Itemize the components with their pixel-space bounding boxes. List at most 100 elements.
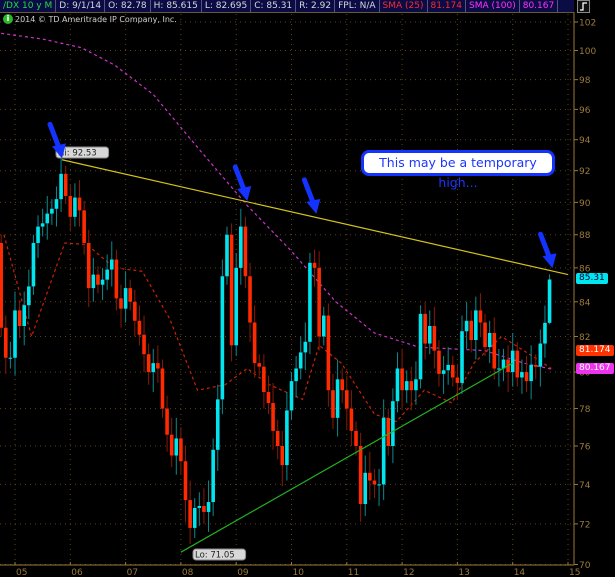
candle-body bbox=[368, 472, 372, 481]
candle bbox=[317, 251, 321, 351]
candle-body bbox=[27, 286, 31, 306]
candle bbox=[215, 384, 220, 471]
candle-body bbox=[137, 320, 142, 335]
candle-body bbox=[298, 352, 303, 369]
candle-body bbox=[105, 269, 109, 280]
candle-body bbox=[404, 381, 409, 391]
y-tick-label: 94 bbox=[579, 136, 591, 146]
candle-body bbox=[317, 267, 321, 337]
price-badge: 80.167 bbox=[576, 363, 614, 375]
candle-body bbox=[335, 379, 340, 418]
y-tick-label: 98 bbox=[579, 76, 591, 86]
candle bbox=[211, 438, 215, 516]
y-tick-label: 100 bbox=[579, 47, 596, 57]
candle bbox=[492, 317, 497, 380]
blue-arrow-icon bbox=[232, 164, 252, 201]
candle bbox=[128, 279, 133, 311]
candle bbox=[506, 345, 510, 393]
candle bbox=[239, 208, 243, 285]
candle bbox=[308, 252, 312, 355]
candle-body bbox=[377, 484, 381, 486]
candle bbox=[414, 361, 418, 405]
candle bbox=[119, 284, 123, 328]
candle-body bbox=[492, 332, 497, 369]
candle bbox=[510, 332, 515, 387]
candle bbox=[538, 329, 543, 387]
blue-arrow-icon bbox=[301, 177, 321, 214]
candle bbox=[368, 451, 372, 501]
candle-body bbox=[450, 364, 455, 378]
candle-body bbox=[179, 438, 183, 462]
x-tick-label: 13 bbox=[458, 568, 469, 577]
candle-body bbox=[303, 341, 308, 353]
candle bbox=[386, 408, 391, 456]
arrow-head bbox=[306, 198, 321, 214]
candle bbox=[275, 419, 280, 460]
candle-body bbox=[156, 363, 160, 369]
y-tick-label: 76 bbox=[579, 442, 591, 452]
candle bbox=[404, 370, 409, 404]
candle bbox=[68, 184, 73, 232]
candle-body bbox=[63, 173, 68, 196]
candle bbox=[298, 336, 303, 380]
candle-body bbox=[533, 364, 538, 367]
fpl-value: FPL: N/A bbox=[335, 0, 380, 12]
candle bbox=[423, 301, 427, 360]
candle-body bbox=[543, 322, 547, 344]
candle-body bbox=[386, 417, 391, 446]
y-tick-label: 96 bbox=[579, 106, 591, 116]
candle-body bbox=[345, 390, 349, 409]
candle bbox=[40, 208, 45, 237]
candle-body bbox=[446, 364, 450, 371]
candle bbox=[179, 427, 183, 475]
candle bbox=[372, 468, 377, 499]
y-tick-label: 90 bbox=[579, 199, 591, 209]
high-value: H: 85.615 bbox=[151, 0, 202, 12]
candle-body bbox=[391, 401, 395, 446]
candle-body bbox=[114, 259, 119, 299]
info-icon[interactable]: i bbox=[3, 14, 13, 24]
candle bbox=[105, 254, 109, 290]
candle bbox=[271, 382, 275, 450]
candle bbox=[266, 375, 271, 415]
candle bbox=[183, 445, 188, 522]
candle bbox=[86, 229, 91, 307]
copyright-notice: i 2014 © TD Ameritrade IP Company, Inc. bbox=[3, 14, 177, 24]
x-tick-label: 09 bbox=[237, 568, 249, 577]
chart-style-icon[interactable] bbox=[577, 0, 590, 13]
candle-body bbox=[239, 226, 243, 268]
candle bbox=[437, 340, 441, 387]
candle bbox=[243, 216, 248, 289]
candle-body bbox=[294, 368, 298, 382]
candle bbox=[418, 305, 423, 389]
candle bbox=[165, 395, 169, 452]
candle-body bbox=[520, 372, 524, 378]
candle-body bbox=[529, 364, 533, 382]
price-chart[interactable]: 7072747678808284868890929496981001020506… bbox=[0, 0, 615, 577]
x-tick-label: 08 bbox=[182, 568, 194, 577]
candle bbox=[345, 375, 349, 430]
candle-body bbox=[73, 197, 77, 217]
candle bbox=[478, 293, 483, 337]
candle-body bbox=[271, 403, 275, 431]
candle-body bbox=[36, 226, 40, 243]
candle-body bbox=[266, 392, 271, 404]
candle bbox=[36, 215, 40, 258]
candle bbox=[294, 355, 298, 398]
candle-body bbox=[478, 310, 483, 323]
candle bbox=[400, 348, 404, 409]
candle bbox=[460, 315, 464, 394]
candle bbox=[432, 306, 437, 369]
candle bbox=[524, 355, 529, 393]
candle-body bbox=[77, 197, 82, 211]
candle bbox=[520, 359, 524, 394]
candle bbox=[202, 488, 206, 524]
candle-body bbox=[220, 276, 225, 400]
annotation-callout: This may be a temporary high... bbox=[361, 150, 555, 190]
y-tick-label: 88 bbox=[579, 231, 591, 241]
x-tick-label: 10 bbox=[293, 568, 305, 577]
symbol-label[interactable]: /DX 10 y M bbox=[0, 0, 57, 12]
candle bbox=[349, 390, 354, 446]
candle-body bbox=[308, 262, 312, 342]
candle bbox=[441, 355, 446, 394]
